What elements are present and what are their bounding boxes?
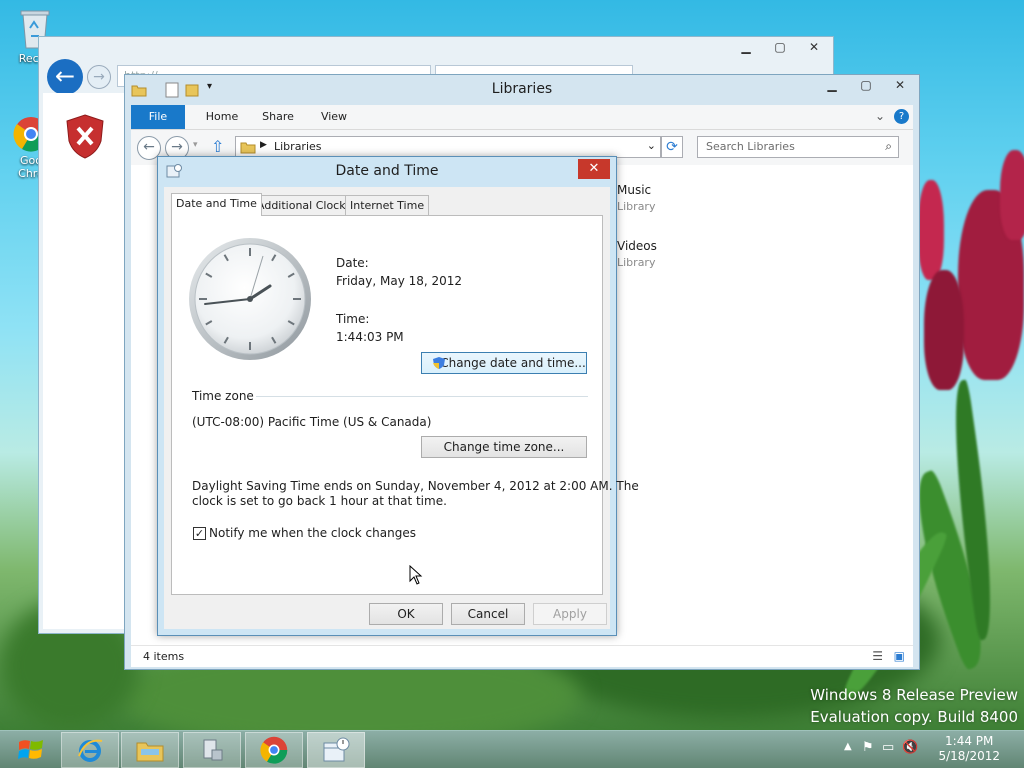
libraries-icon	[240, 142, 256, 154]
large-icons-view-icon[interactable]: ▣	[894, 649, 905, 663]
date-time-tab-panel: Date: Friday, May 18, 2012 Time: 1:44:03…	[171, 215, 639, 595]
change-time-zone-button[interactable]: Change time zone...	[421, 436, 587, 458]
windows-logo-icon	[18, 740, 43, 759]
os-watermark: Windows 8 Release Preview Evaluation cop…	[810, 684, 1018, 728]
time-zone-value: (UTC-08:00) Pacific Time (US & Canada)	[192, 415, 432, 429]
show-hidden-icons-icon[interactable]: ▲	[844, 741, 852, 752]
ribbon-tabs: File Home Share View ⌄ ?	[131, 105, 913, 129]
change-date-time-button[interactable]: Change date and time...	[421, 352, 587, 374]
clock-time: 1:44 PM	[945, 734, 994, 748]
start-button[interactable]	[2, 732, 60, 768]
watermark-line1: Windows 8 Release Preview	[810, 686, 1018, 704]
browser-caption-buttons: ▁ ▢ ✕	[729, 37, 831, 57]
details-view-icon[interactable]: ☰	[872, 649, 883, 663]
time-zone-heading: Time zone	[192, 389, 254, 403]
action-center-flag-icon[interactable]: ⚑	[862, 740, 874, 755]
expand-ribbon-icon[interactable]: ⌄	[875, 109, 885, 123]
close-button[interactable]: ✕	[883, 75, 917, 95]
notify-checkbox-label[interactable]: Notify me when the clock changes	[209, 526, 416, 540]
taskbar: ▲ ⚑ ▭ 🔇 1:44 PM 5/18/2012	[0, 730, 1024, 768]
address-bar[interactable]: ▶ Libraries ⌄	[235, 136, 661, 158]
volume-muted-icon[interactable]: 🔇	[902, 740, 918, 755]
status-bar: 4 items ☰ ▣	[131, 645, 913, 667]
device-manager-icon	[203, 739, 223, 761]
taskbar-internet-explorer[interactable]	[61, 732, 119, 768]
library-item-videos[interactable]: Videos Library	[617, 239, 657, 269]
library-item-name: Music	[617, 183, 652, 197]
date-time-app-icon	[323, 737, 350, 762]
maximize-button[interactable]: ▢	[763, 37, 797, 57]
mouse-cursor-icon	[409, 565, 423, 585]
taskbar-file-explorer[interactable]	[121, 732, 179, 768]
dialog-body: Date and Time Additional Clocks Internet…	[164, 187, 639, 629]
network-icon[interactable]: ▭	[882, 740, 894, 755]
change-date-time-label: Change date and time...	[440, 356, 586, 370]
dialog-close-button[interactable]: ✕	[578, 159, 610, 179]
minimize-button[interactable]: ▁	[815, 75, 849, 95]
address-dropdown-icon[interactable]: ⌄	[647, 139, 656, 152]
apply-button[interactable]: Apply	[533, 603, 607, 625]
tab-date-and-time[interactable]: Date and Time	[171, 193, 262, 216]
explorer-caption-buttons: ▁ ▢ ✕	[815, 75, 917, 95]
forward-button[interactable]: →	[87, 65, 111, 89]
chrome-icon	[260, 736, 288, 764]
notification-area: ▲ ⚑ ▭ 🔇 1:44 PM 5/18/2012	[834, 731, 1024, 769]
tab-additional-clocks[interactable]: Additional Clocks	[252, 195, 357, 215]
item-count: 4 items	[143, 650, 185, 663]
notify-checkbox[interactable]: ✓	[193, 527, 206, 540]
dst-info-line1: Daylight Saving Time ends on Sunday, Nov…	[192, 479, 639, 493]
internet-explorer-icon	[78, 739, 103, 762]
watermark-line2: Evaluation copy. Build 8400	[810, 708, 1018, 726]
maximize-button[interactable]: ▢	[849, 75, 883, 95]
search-placeholder: Search Libraries	[706, 140, 795, 153]
dialog-title: Date and Time	[335, 163, 439, 179]
explorer-title: Libraries	[491, 81, 553, 97]
back-button[interactable]: ←	[47, 59, 83, 95]
breadcrumb[interactable]: Libraries	[274, 140, 322, 153]
search-icon[interactable]: ⌕	[885, 139, 892, 154]
analog-clock	[189, 238, 311, 360]
ribbon-tab-view[interactable]: View	[307, 105, 361, 129]
taskbar-app-manager[interactable]	[183, 732, 241, 768]
ribbon-tab-file[interactable]: File	[131, 105, 185, 129]
recent-locations-icon[interactable]: ▾	[193, 140, 198, 150]
taskbar-clock[interactable]: 1:44 PM 5/18/2012	[938, 734, 1000, 764]
ribbon-tab-home[interactable]: Home	[195, 105, 249, 129]
search-input[interactable]: Search Libraries ⌕	[697, 136, 899, 158]
file-explorer-icon	[136, 742, 164, 762]
library-item-type: Library	[617, 200, 656, 213]
ribbon-tab-share[interactable]: Share	[251, 105, 305, 129]
clock-date: 5/18/2012	[938, 749, 1000, 763]
taskbar-chrome[interactable]	[245, 732, 303, 768]
help-icon[interactable]: ?	[894, 109, 909, 124]
uac-shield-icon	[433, 357, 445, 369]
cancel-button[interactable]: Cancel	[451, 603, 525, 625]
security-shield-icon	[66, 114, 104, 159]
close-button[interactable]: ✕	[797, 37, 831, 57]
library-item-name: Videos	[617, 239, 657, 253]
time-zone-separator	[256, 396, 588, 397]
dst-info-line2: clock is set to go back 1 hour at that t…	[192, 494, 447, 508]
ok-button[interactable]: OK	[369, 603, 443, 625]
refresh-button[interactable]: ⟳	[661, 136, 683, 158]
minimize-button[interactable]: ▁	[729, 37, 763, 57]
breadcrumb-chevron-icon[interactable]: ▶	[260, 140, 267, 150]
up-icon[interactable]: ⇧	[211, 137, 224, 156]
date-time-dialog[interactable]: Date and Time ✕ Date and Time Additional…	[157, 156, 639, 636]
time-label: Time:	[336, 312, 370, 326]
date-value: Friday, May 18, 2012	[336, 274, 463, 288]
library-item-type: Library	[617, 256, 656, 269]
tab-internet-time[interactable]: Internet Time	[345, 195, 430, 215]
library-item-music[interactable]: Music Library	[617, 183, 655, 213]
time-value: 1:44:03 PM	[336, 330, 404, 344]
taskbar-date-time[interactable]	[307, 732, 365, 768]
date-label: Date:	[336, 256, 369, 270]
